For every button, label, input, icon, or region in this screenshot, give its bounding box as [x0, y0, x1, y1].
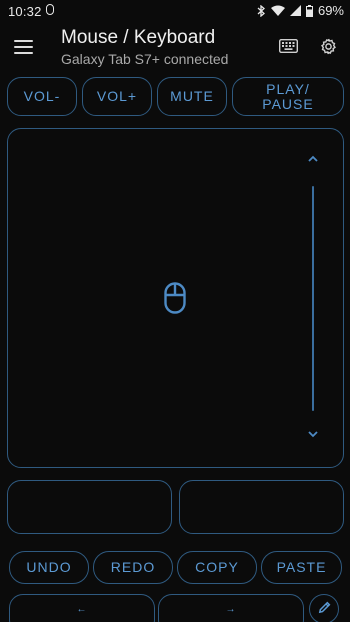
app-bar: Mouse / Keyboard Galaxy Tab S7+ connecte… [0, 24, 350, 76]
copy-button[interactable]: COPY [177, 551, 257, 584]
bluetooth-icon [257, 4, 265, 17]
gear-icon[interactable] [319, 37, 338, 56]
right-click-button[interactable] [179, 480, 344, 534]
right-arrow-button[interactable]: → [158, 594, 304, 622]
connection-status: Galaxy Tab S7+ connected [61, 51, 229, 67]
wifi-icon [270, 5, 285, 16]
vol-down-button[interactable]: VOL- [7, 77, 77, 116]
vol-up-button[interactable]: VOL+ [82, 77, 152, 116]
undo-button[interactable]: UNDO [9, 551, 89, 584]
keyboard-icon[interactable] [279, 39, 298, 53]
pencil-icon [318, 601, 330, 613]
screen: 10:32 69% Mouse / Keyboard Galaxy Tab S7… [0, 0, 350, 622]
mute-button[interactable]: MUTE [157, 77, 227, 116]
chevron-up-icon[interactable] [306, 154, 320, 164]
pen-button[interactable] [309, 594, 339, 622]
chevron-down-icon[interactable] [306, 429, 320, 439]
play-pause-button[interactable]: PLAY/ PAUSE [232, 77, 344, 116]
signal-icon [289, 5, 301, 16]
left-arrow-button[interactable]: ← [9, 594, 155, 622]
status-bar: 10:32 69% [0, 0, 350, 24]
status-icons: 69% [257, 3, 344, 18]
touchpad[interactable] [7, 128, 344, 468]
redo-button[interactable]: REDO [93, 551, 173, 584]
menu-icon[interactable] [14, 40, 33, 54]
left-click-button[interactable] [7, 480, 172, 534]
battery-percent: 69% [317, 3, 344, 18]
mouse-notification-icon [46, 4, 54, 15]
scroll-track[interactable] [312, 186, 314, 411]
status-time: 10:32 [8, 4, 42, 19]
battery-icon [305, 4, 313, 17]
mouse-icon [164, 282, 186, 314]
page-title: Mouse / Keyboard [61, 27, 216, 48]
paste-button[interactable]: PASTE [261, 551, 342, 584]
